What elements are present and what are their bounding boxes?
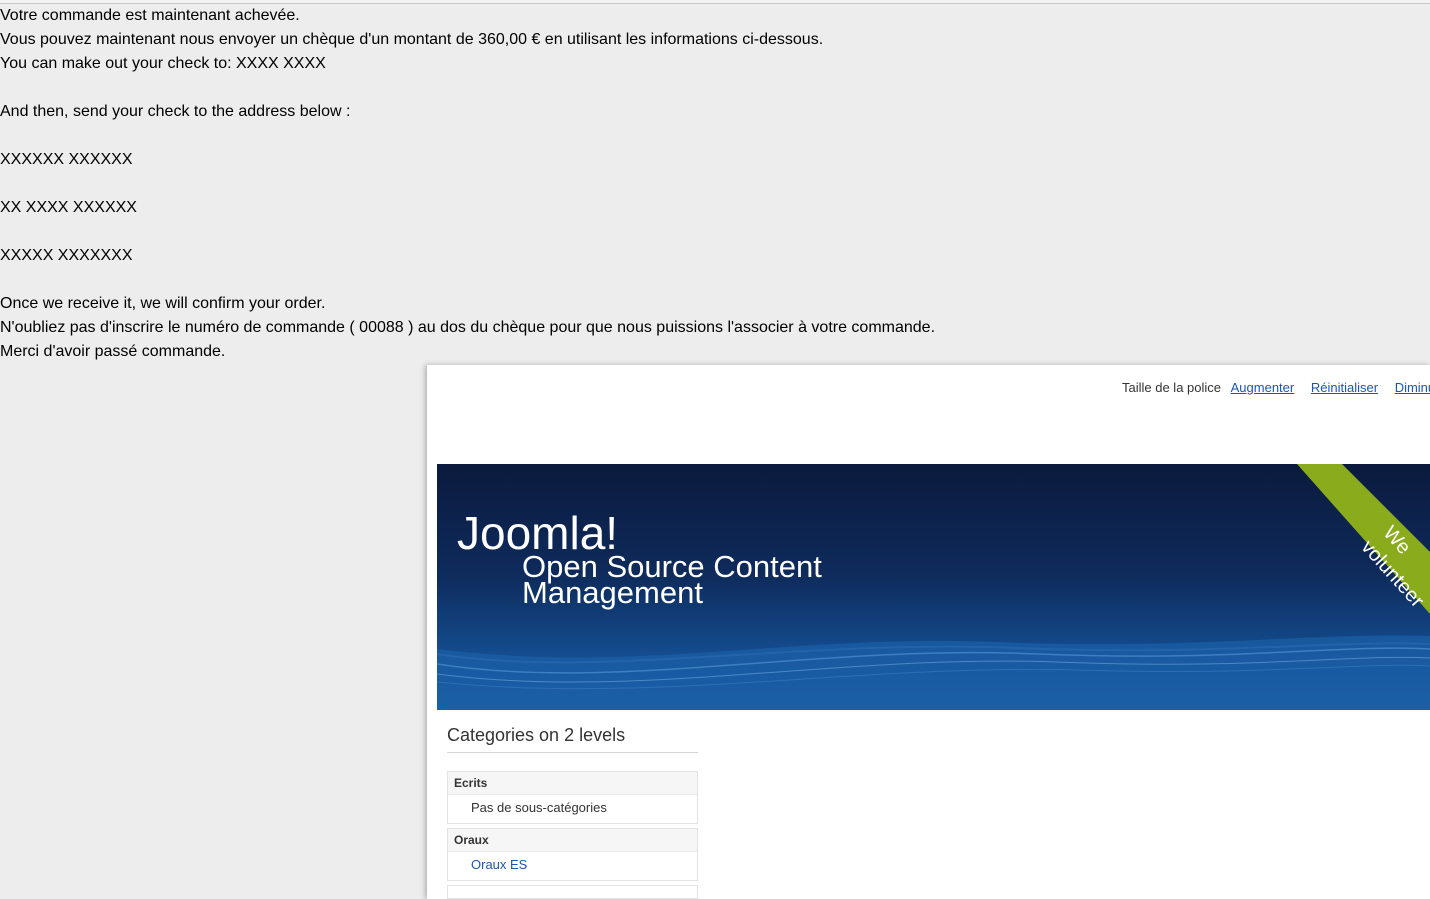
decrease-font-link[interactable]: Diminu — [1395, 380, 1430, 395]
increase-font-link[interactable]: Augmenter — [1231, 380, 1295, 395]
category-name[interactable]: Ecrits — [448, 772, 697, 795]
module-title: Categories on 2 levels — [447, 725, 698, 753]
send-address-text: And then, send your check to the address… — [0, 103, 351, 120]
font-size-controls: Taille de la police Augmenter Réinitiali… — [1122, 380, 1430, 395]
categories-module: Categories on 2 levels Ecrits Pas de sou… — [447, 725, 698, 899]
category-box — [447, 885, 698, 899]
volunteer-ribbon[interactable]: We volunteer — [1307, 464, 1430, 614]
subcategory-link[interactable]: Oraux ES — [448, 852, 697, 880]
confirm-order-text: Once we receive it, we will confirm your… — [0, 295, 326, 312]
joomla-logo-subtitle: Open Source Content Management — [522, 549, 822, 610]
category-box: Oraux Oraux ES — [447, 828, 698, 881]
site-page: Taille de la police Augmenter Réinitiali… — [427, 365, 1430, 899]
address-line-3: XXXXX XXXXXXX — [0, 247, 133, 264]
subcategory-empty-text: Pas de sous-catégories — [471, 800, 607, 815]
check-amount-text: Vous pouvez maintenant nous envoyer un c… — [0, 31, 824, 48]
order-number-text: N'oubliez pas d'inscrire le numéro de co… — [0, 319, 936, 336]
address-line-2: XX XXXX XXXXXX — [0, 199, 137, 216]
category-name[interactable]: Oraux — [448, 829, 697, 852]
font-size-label: Taille de la police — [1122, 380, 1222, 395]
order-complete-text: Votre commande est maintenant achevée. — [0, 7, 300, 24]
reset-font-link[interactable]: Réinitialiser — [1311, 380, 1378, 395]
category-box: Ecrits Pas de sous-catégories — [447, 771, 698, 824]
address-line-1: XXXXXX XXXXXX — [0, 151, 133, 168]
site-header: Joomla! Open Source Content Management W… — [437, 464, 1430, 710]
check-payee-text: You can make out your check to: XXXX XXX… — [0, 55, 326, 72]
order-confirmation-message: Votre commande est maintenant achevée. V… — [0, 4, 935, 364]
thank-you-text: Merci d'avoir passé commande. — [0, 343, 226, 360]
